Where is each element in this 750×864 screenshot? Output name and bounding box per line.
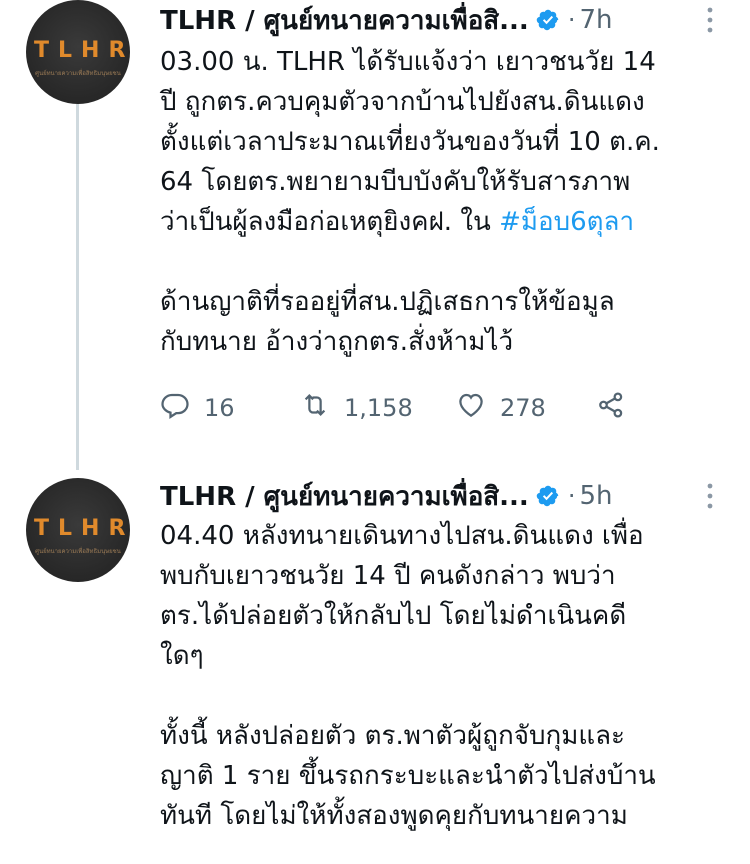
tweet-header: TLHR / ศูนย์ทนายความเพื่อสิ... · 7h <box>160 0 750 40</box>
tweet-1[interactable]: TLHR ศูนย์ทนายความเพื่อสิทธิมนุษยชน TLHR… <box>0 0 750 470</box>
reply-button[interactable]: 16 <box>160 390 300 426</box>
tweet-line: ตั้งแต่เวลาประมาณเที่ยงวันของวันที่ 10 ต… <box>160 127 660 157</box>
author-name[interactable]: TLHR / ศูนย์ทนายความเพื่อสิ... <box>160 476 529 517</box>
like-button[interactable]: 278 <box>456 390 596 426</box>
tweet-line: พบกับเยาวชนวัย 14 ปี คนดังกล่าว พบว่า <box>160 561 616 591</box>
tweet-line: ว่าเป็นผู้ลงมือก่อเหตุยิงคฝ. ใน #ม็อบ6ตุ… <box>160 202 730 242</box>
tweet-text: 03.00 น. TLHR ได้รับแจ้งว่า เยาวชนวัย 14… <box>160 42 730 362</box>
avatar-logo-subtext: ศูนย์ทนายความเพื่อสิทธิมนุษยชน <box>35 70 121 77</box>
more-vertical-icon[interactable] <box>706 6 714 39</box>
tweet-line: 04.40 หลังทนายเดินทางไปสน.ดินแดง เพื่อ <box>160 521 644 551</box>
retweet-button[interactable]: 1,158 <box>300 390 456 426</box>
reply-count: 16 <box>204 394 235 422</box>
tweet-line: ปี ถูกตร.ควบคุมตัวจากบ้านไปยังสน.ดินแดง <box>160 87 645 117</box>
tweet-line: 03.00 น. TLHR ได้รับแจ้งว่า เยาวชนวัย 14 <box>160 47 656 77</box>
thread-connector-line <box>76 104 79 470</box>
tweet-header: TLHR / ศูนย์ทนายความเพื่อสิ... · 5h <box>160 476 750 516</box>
like-count: 278 <box>500 394 546 422</box>
tweet-line: 64 โดยตร.พยายามบีบบังคับให้รับสารภาพ <box>160 167 631 197</box>
verified-badge-icon <box>536 484 560 508</box>
retweet-count: 1,158 <box>344 394 413 422</box>
more-vertical-icon[interactable] <box>706 482 714 515</box>
tweet-timestamp[interactable]: 5h <box>579 481 612 511</box>
retweet-icon <box>300 390 330 426</box>
tweet-line: ด้านญาติที่รออยู่ที่สน.ปฏิเสธการให้ข้อมู… <box>160 287 615 317</box>
avatar[interactable]: TLHR ศูนย์ทนายความเพื่อสิทธิมนุษยชน <box>26 478 130 582</box>
tweet-actions: 16 1,158 278 <box>160 388 626 428</box>
avatar-logo-text: TLHR <box>34 38 130 63</box>
tweet-line: ญาติ 1 ราย ขึ้นรถกระบะและนำตัวไปส่งบ้าน <box>160 761 656 791</box>
avatar-logo-subtext: ศูนย์ทนายความเพื่อสิทธิมนุษยชน <box>35 548 121 555</box>
separator-dot: · <box>567 482 576 510</box>
author-name[interactable]: TLHR / ศูนย์ทนายความเพื่อสิ... <box>160 0 529 41</box>
tweet-line: กับทนาย อ้างว่าถูกตร.สั่งห้ามไว้ <box>160 327 514 357</box>
avatar[interactable]: TLHR ศูนย์ทนายความเพื่อสิทธิมนุษยชน <box>26 0 130 104</box>
verified-badge-icon <box>536 8 560 32</box>
tweet-line: ตร.ได้ปล่อยตัวให้กลับไป โดยไม่ดำเนินคดี <box>160 601 627 631</box>
hashtag-link[interactable]: #ม็อบ6ตุลา <box>499 207 634 237</box>
tweet-line-text: ว่าเป็นผู้ลงมือก่อเหตุยิงคฝ. ใน <box>160 207 500 237</box>
tweet-line: ทั้งนี้ หลังปล่อยตัว ตร.พาตัวผู้ถูกจับกุ… <box>160 721 626 751</box>
tweet-timestamp[interactable]: 7h <box>579 5 612 35</box>
tweet-line: ใดๆ <box>160 641 204 671</box>
avatar-logo-text: TLHR <box>34 516 130 541</box>
tweet-text: 04.40 หลังทนายเดินทางไปสน.ดินแดง เพื่อ พ… <box>160 516 730 836</box>
heart-icon <box>456 390 486 426</box>
reply-icon <box>160 390 190 426</box>
tweet-line: ทันที โดยไม่ให้ทั้งสองพูดคุยกับทนายความ <box>160 801 628 831</box>
share-icon <box>596 390 626 426</box>
share-button[interactable] <box>596 390 626 426</box>
separator-dot: · <box>567 6 576 34</box>
